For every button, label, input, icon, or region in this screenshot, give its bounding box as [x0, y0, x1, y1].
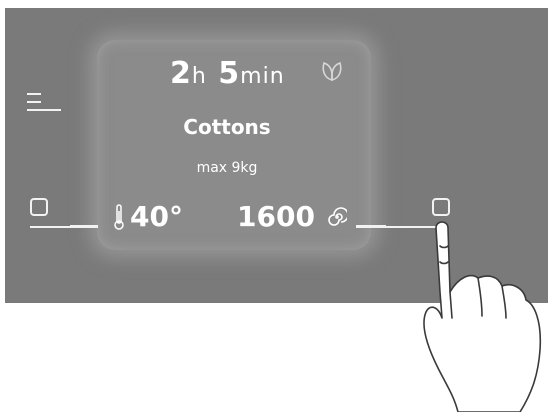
spin-speed-value[interactable]: 1600 [237, 200, 315, 233]
left-divider-line-bold [70, 225, 98, 228]
time-hours-unit: h [191, 64, 207, 89]
menu-icon[interactable] [27, 87, 63, 117]
time-hours: 2 [170, 56, 192, 91]
time-minutes-unit: min [240, 64, 285, 89]
spin-icon [328, 207, 347, 226]
program-name: Cottons [183, 115, 271, 139]
thermometer-icon [114, 204, 124, 230]
square-button-icon[interactable] [30, 198, 48, 216]
right-divider-line-bold [356, 225, 386, 228]
remaining-time: 2h 5min [170, 56, 285, 91]
temperature-value[interactable]: 40° [130, 200, 183, 233]
time-minutes: 5 [218, 56, 241, 91]
leaf-icon [322, 61, 342, 82]
washing-machine-control-illustration: 2h 5min Cottons max 9kg 40° 1600 [0, 0, 548, 412]
left-divider-line [30, 226, 70, 228]
max-load: max 9kg [196, 160, 258, 176]
pointing-hand-icon [423, 221, 542, 412]
